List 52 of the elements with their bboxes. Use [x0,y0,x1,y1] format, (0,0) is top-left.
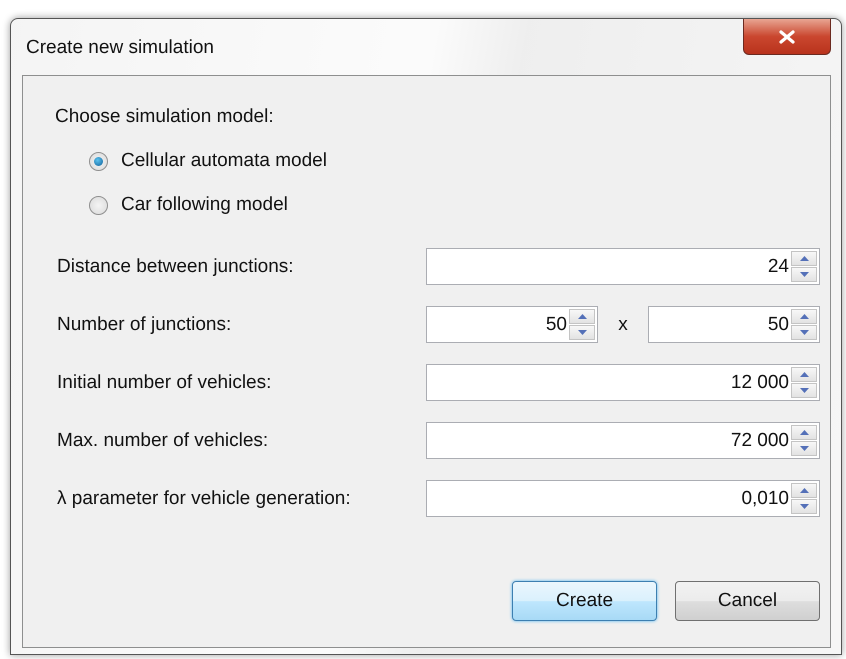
field-label: Max. number of vehicles: [56,430,268,452]
number-field[interactable]: 72 000 [429,430,791,452]
down-triangle-icon [800,446,808,451]
up-triangle-icon [800,256,808,261]
spin-up-button[interactable] [791,309,817,324]
up-triangle-icon [800,314,808,319]
number-spinner[interactable]: 72 000 [426,422,820,459]
down-triangle-icon [578,330,586,335]
radio-option[interactable]: Car following model [89,194,820,216]
spin-down-button[interactable] [791,499,817,514]
number-spinner[interactable]: 12 000 [426,364,820,401]
window-title: Create new simulation [26,37,214,59]
number-spinner[interactable]: 50 [648,306,820,343]
spin-up-button[interactable] [791,483,817,498]
up-triangle-icon [578,314,586,319]
spin-up-button[interactable] [791,251,817,266]
field-label: Initial number of vehicles: [56,372,272,394]
spin-down-button[interactable] [569,325,595,340]
number-spinner[interactable]: 0,010 [426,480,820,517]
dialog-button[interactable]: Cancel [675,581,820,621]
radio-option[interactable]: Cellular automata model [89,150,820,172]
field-label: Distance between junctions: [56,256,294,278]
separator-label: x [617,314,629,336]
close-icon [778,30,796,44]
number-field[interactable]: 50 [651,314,791,336]
number-field[interactable]: 24 [429,256,791,278]
spin-up-button[interactable] [791,367,817,382]
number-field[interactable]: 12 000 [429,372,791,394]
radio-button[interactable] [89,196,108,214]
close-button[interactable] [743,19,831,55]
radio-button[interactable] [89,152,108,170]
model-prompt: Choose simulation model: [55,106,275,128]
number-spinner[interactable]: 24 [426,248,820,285]
number-field[interactable]: 50 [429,314,569,336]
spin-down-button[interactable] [791,325,817,340]
down-triangle-icon [800,272,808,277]
dialog-button[interactable]: Create [512,581,657,621]
up-triangle-icon [800,488,808,493]
spin-down-button[interactable] [791,267,817,282]
down-triangle-icon [800,330,808,335]
down-triangle-icon [800,504,808,509]
spin-up-button[interactable] [569,309,595,324]
spin-down-button[interactable] [791,383,817,398]
up-triangle-icon [800,372,808,377]
field-label: Number of junctions: [56,314,232,336]
down-triangle-icon [800,388,808,393]
spin-up-button[interactable] [791,425,817,440]
spin-down-button[interactable] [791,441,817,456]
up-triangle-icon [800,430,808,435]
field-label: λ parameter for vehicle generation: [56,488,351,510]
number-spinner[interactable]: 50 [426,306,598,343]
number-field[interactable]: 0,010 [429,488,791,510]
